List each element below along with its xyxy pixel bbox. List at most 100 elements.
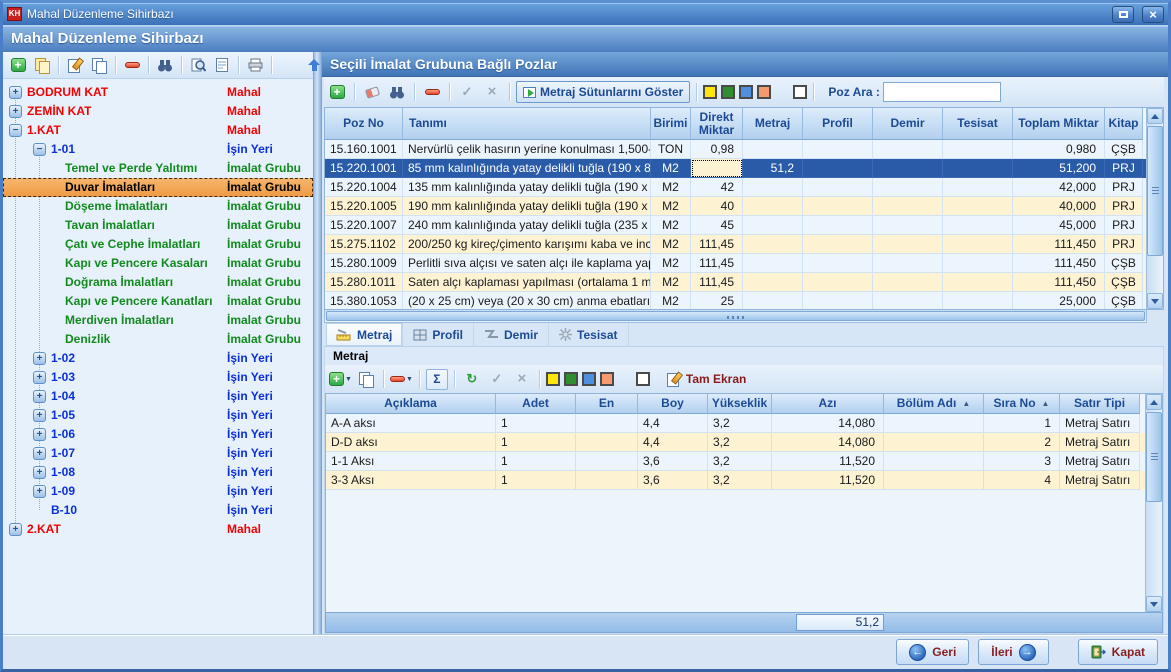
scrollbar-thumb[interactable] [1147, 126, 1163, 256]
cell[interactable] [743, 235, 803, 254]
cell[interactable] [576, 433, 638, 452]
cell[interactable] [743, 254, 803, 273]
cell[interactable] [873, 292, 943, 309]
cell[interactable] [873, 197, 943, 216]
tree-item[interactable]: Duvar İmalatlarıİmalat Grubu [3, 178, 313, 197]
cell[interactable] [803, 273, 873, 292]
poz-column-header[interactable]: Metraj [743, 108, 803, 140]
cell[interactable]: 0,980 [1013, 140, 1105, 159]
tree-item[interactable]: +1-09İşin Yeri [3, 482, 313, 501]
accept-button[interactable]: ✓ [456, 82, 478, 103]
metraj-column-header[interactable]: Yükseklik [708, 394, 772, 414]
cell[interactable]: 111,450 [1013, 273, 1105, 292]
collapse-icon[interactable]: − [33, 143, 46, 156]
color-swatch-orange[interactable] [600, 372, 614, 386]
tree-item[interactable]: −1.KATMahal [3, 121, 313, 140]
cell[interactable]: 51,200 [1013, 159, 1105, 178]
tree-item[interactable]: Kapı ve Pencere Kasalarıİmalat Grubu [3, 254, 313, 273]
cell[interactable]: 111,45 [691, 254, 743, 273]
cell[interactable]: Nervürlü çelik hasırın yerine konulması … [403, 140, 651, 159]
cell[interactable] [873, 235, 943, 254]
cell[interactable] [884, 414, 984, 433]
poz-column-header[interactable]: Toplam Miktar [1013, 108, 1105, 140]
cell[interactable]: Saten alçı kaplaması yapılması (ortalama… [403, 273, 651, 292]
cell[interactable]: 11,520 [772, 452, 884, 471]
tree-item[interactable]: +ZEMİN KATMahal [3, 102, 313, 121]
tab-demir[interactable]: Demir [474, 323, 549, 346]
table-row[interactable]: 15.220.100185 mm kalınlığında yatay deli… [325, 159, 1146, 178]
poz-column-header[interactable]: Tesisat [943, 108, 1013, 140]
cell[interactable]: ÇŞB [1105, 273, 1143, 292]
cell[interactable]: 4,4 [638, 433, 708, 452]
tree-item[interactable]: Çatı ve Cephe İmalatlarıİmalat Grubu [3, 235, 313, 254]
expand-icon[interactable]: + [9, 523, 22, 536]
metraj-column-header[interactable]: En [576, 394, 638, 414]
cell[interactable]: 111,45 [691, 235, 743, 254]
copy-button[interactable] [88, 55, 110, 76]
cell[interactable] [803, 197, 873, 216]
collapse-icon[interactable]: − [9, 124, 22, 137]
expand-icon[interactable]: + [33, 485, 46, 498]
scroll-down-button[interactable] [1146, 596, 1162, 612]
expand-icon[interactable]: + [33, 409, 46, 422]
cell[interactable]: 15.220.1007 [325, 216, 403, 235]
table-row[interactable]: 15.380.1053(20 x 25 cm) veya (20 x 30 cm… [325, 292, 1146, 309]
poz-column-header[interactable]: Poz No [325, 108, 403, 140]
cell[interactable]: 11,520 [772, 471, 884, 490]
scrollbar-thumb[interactable] [326, 311, 1145, 321]
color-swatch-orange[interactable] [757, 85, 771, 99]
cell[interactable]: 45,000 [1013, 216, 1105, 235]
cell[interactable]: Metraj Satırı [1060, 471, 1140, 490]
expand-icon[interactable]: + [33, 466, 46, 479]
delete-button[interactable] [121, 55, 143, 76]
horizontal-scrollbar[interactable] [324, 310, 1147, 323]
delete-row-button[interactable]: ▼ [390, 369, 413, 390]
cell[interactable]: PRJ [1105, 216, 1143, 235]
tree-item[interactable]: Kapı ve Pencere Kanatlarıİmalat Grubu [3, 292, 313, 311]
cell[interactable]: Metraj Satırı [1060, 414, 1140, 433]
tree-item[interactable]: +1-02İşin Yeri [3, 349, 313, 368]
cell[interactable]: 1 [496, 471, 576, 490]
cell[interactable] [803, 254, 873, 273]
cell[interactable] [743, 273, 803, 292]
tam-ekran-button[interactable]: Tam Ekran [667, 372, 746, 386]
cell[interactable]: PRJ [1105, 197, 1143, 216]
cell[interactable] [873, 254, 943, 273]
metraj-column-header[interactable]: Sıra No▲ [984, 394, 1060, 414]
cell[interactable]: 15.275.1102 [325, 235, 403, 254]
cell[interactable]: 51,2 [743, 159, 803, 178]
cell[interactable]: 1 [496, 414, 576, 433]
cell[interactable] [576, 414, 638, 433]
panel-splitter[interactable] [313, 52, 322, 634]
cell[interactable] [884, 471, 984, 490]
tree-item[interactable]: +1-06İşin Yeri [3, 425, 313, 444]
cell[interactable]: 190 mm kalınlığında yatay delikli tuğla … [403, 197, 651, 216]
cell[interactable] [743, 197, 803, 216]
cell[interactable]: 40 [691, 197, 743, 216]
print-button[interactable] [244, 55, 266, 76]
cell[interactable]: Metraj Satırı [1060, 452, 1140, 471]
expand-icon[interactable]: + [9, 86, 22, 99]
table-row[interactable]: 1-1 Aksı13,63,211,5203Metraj Satırı [326, 452, 1145, 471]
add-row-button[interactable]: +▼ [329, 369, 352, 390]
cell[interactable]: 4,4 [638, 414, 708, 433]
geri-button[interactable]: ← Geri [896, 639, 969, 665]
cell[interactable]: 40,000 [1013, 197, 1105, 216]
cell[interactable]: 15.380.1053 [325, 292, 403, 309]
cell[interactable]: M2 [651, 178, 691, 197]
tree-item[interactable]: Temel ve Perde Yalıtımıİmalat Grubu [3, 159, 313, 178]
cell[interactable] [943, 273, 1013, 292]
poz-column-header[interactable]: Demir [873, 108, 943, 140]
report-button[interactable] [211, 55, 233, 76]
expand-icon[interactable]: + [33, 390, 46, 403]
tree-item[interactable]: +BODRUM KATMahal [3, 83, 313, 102]
cell[interactable]: 3,6 [638, 452, 708, 471]
scrollbar-thumb[interactable] [1146, 412, 1162, 502]
cell[interactable]: 4 [984, 471, 1060, 490]
cell[interactable]: M2 [651, 159, 691, 178]
metraj-column-header[interactable]: Açıklama [326, 394, 496, 414]
cell[interactable]: 3,6 [638, 471, 708, 490]
tree-item[interactable]: Doğrama İmalatlarıİmalat Grubu [3, 273, 313, 292]
cell[interactable] [943, 292, 1013, 309]
cell[interactable]: 240 mm kalınlığında yatay delikli tuğla … [403, 216, 651, 235]
